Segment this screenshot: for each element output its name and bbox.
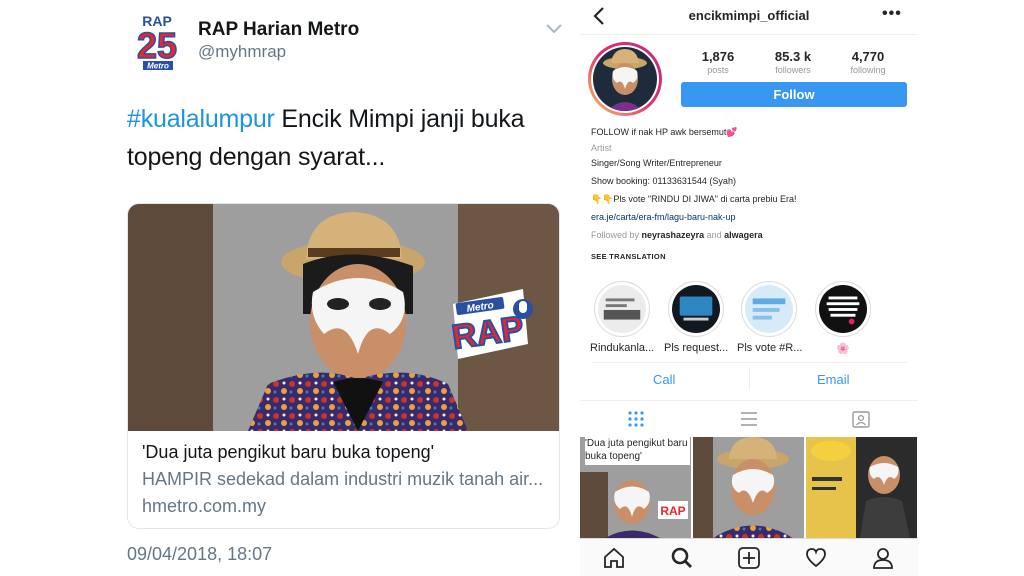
card-domain: hmetro.com.my xyxy=(142,496,267,516)
header-divider xyxy=(580,34,918,35)
grid-view-icon[interactable] xyxy=(627,410,645,428)
call-button[interactable]: Call xyxy=(653,372,675,387)
highlight-1-label: Rindukanla... xyxy=(590,342,655,354)
following-value: 4,770 xyxy=(851,49,885,64)
bio-line-5: 👇👇Pls vote "RINDU DI JIWA" di carta preb… xyxy=(591,194,797,204)
contact-separator xyxy=(749,368,750,390)
bio-line-4: Show booking: 01133631544 (Syah) xyxy=(591,176,736,186)
email-button[interactable]: Email xyxy=(817,372,850,387)
tweet-timestamp[interactable]: 09/04/2018, 18:07 xyxy=(127,544,272,565)
followed-user-2[interactable]: alwagera xyxy=(724,230,763,240)
grid-post-3-image xyxy=(806,437,917,538)
profile-username: encikmimpi_official xyxy=(688,8,810,23)
highlight-2-label: Pls request... xyxy=(664,342,729,354)
posts-grid: RAP 'Dua juta pengikut baru buka topeng' xyxy=(580,437,918,538)
tweet-author-handle[interactable]: @myhmrap xyxy=(198,42,286,62)
story-highlight-2[interactable]: Pls request... xyxy=(664,281,728,354)
highlight-3-thumb xyxy=(745,285,793,333)
grid-post-1-caption: 'Dua juta pengikut baru buka topeng' xyxy=(585,437,690,465)
hashtag-link[interactable]: #kualalumpur xyxy=(127,105,275,133)
highlight-4-thumb xyxy=(819,285,867,333)
more-options-icon[interactable]: ••• xyxy=(882,5,902,23)
followers-count[interactable]: 85.3 k followers xyxy=(753,49,833,75)
posts-value: 1,876 xyxy=(701,49,735,64)
story-highlight-3[interactable]: Pls vote #R... xyxy=(737,281,803,354)
following-count[interactable]: 4,770 following xyxy=(828,49,908,75)
new-post-icon[interactable] xyxy=(738,547,760,569)
card-image: Metro RAP xyxy=(128,204,559,431)
logo-number-text: 25 xyxy=(137,25,177,66)
followed-and: and xyxy=(704,230,725,240)
profile-avatar[interactable] xyxy=(588,42,662,116)
tagged-photos-icon[interactable] xyxy=(852,410,870,428)
avatar-image xyxy=(593,47,657,111)
profile-icon[interactable] xyxy=(872,547,894,569)
posts-label: posts xyxy=(707,65,729,75)
grid-post-2-image xyxy=(693,437,804,538)
contact-divider-top xyxy=(591,362,907,363)
chevron-down-icon[interactable] xyxy=(544,22,564,36)
highlight-4-label: 🌸 xyxy=(836,343,850,355)
posts-count[interactable]: 1,876 posts xyxy=(678,49,758,75)
logo-metro-text: Metro xyxy=(147,62,169,71)
bio-link[interactable]: era.je/carta/era-fm/lagu-baru-nak-up xyxy=(591,212,911,222)
followed-user-1[interactable]: neyrashazeyra xyxy=(642,230,705,240)
rap-25-logo-avatar[interactable]: RAP 25 Metro xyxy=(128,8,186,72)
bio-category: Artist xyxy=(591,143,612,153)
tweet-author-name[interactable]: RAP Harian Metro xyxy=(198,19,359,41)
home-icon[interactable] xyxy=(603,547,625,569)
grid-post-3[interactable] xyxy=(806,437,917,538)
heart-activity-icon[interactable] xyxy=(805,547,827,569)
story-highlight-1[interactable]: Rindukanla... xyxy=(590,281,654,354)
card-description: HAMPIR sedekad dalam industri muzik tana… xyxy=(142,469,544,489)
highlight-2-thumb xyxy=(672,285,720,333)
highlight-1-thumb xyxy=(598,285,646,333)
instagram-profile-panel: encikmimpi_official ••• 1,876 posts 85.3… xyxy=(580,0,918,576)
followers-value: 85.3 k xyxy=(774,49,812,64)
bottom-navigation xyxy=(580,538,918,576)
post1-rap-text: RAP xyxy=(660,504,685,518)
card-title: 'Dua juta pengikut baru buka topeng' xyxy=(142,442,435,462)
link-preview-card[interactable]: Metro RAP 'Dua juta pengikut baru buka t… xyxy=(127,203,560,529)
followers-label: followers xyxy=(775,65,811,75)
tweet-text: #kualalumpur Encik Mimpi janji buka tope… xyxy=(127,100,557,176)
story-highlight-4[interactable]: 🌸 xyxy=(811,281,875,355)
profile-tabs xyxy=(580,400,918,436)
bio-line-1: FOLLOW if nak HP awk bersemut💕 xyxy=(591,127,738,137)
followed-by-text[interactable]: Followed by neyrashazeyra and alwagera xyxy=(591,230,911,240)
followed-prefix: Followed by xyxy=(591,230,642,240)
grid-post-2[interactable] xyxy=(693,437,804,538)
grid-post-1[interactable]: RAP 'Dua juta pengikut baru buka topeng' xyxy=(580,437,691,538)
highlight-3-label: Pls vote #R... xyxy=(737,342,803,354)
tweet-panel: RAP 25 Metro RAP Harian Metro @myhmrap #… xyxy=(0,0,580,576)
see-translation-link[interactable]: SEE TRANSLATION xyxy=(591,252,911,261)
following-label: following xyxy=(850,65,886,75)
list-view-icon[interactable] xyxy=(740,410,758,428)
bio-line-3: Singer/Song Writer/Entrepreneur xyxy=(591,158,722,168)
follow-button[interactable]: Follow xyxy=(681,82,907,107)
search-icon[interactable] xyxy=(671,547,693,569)
